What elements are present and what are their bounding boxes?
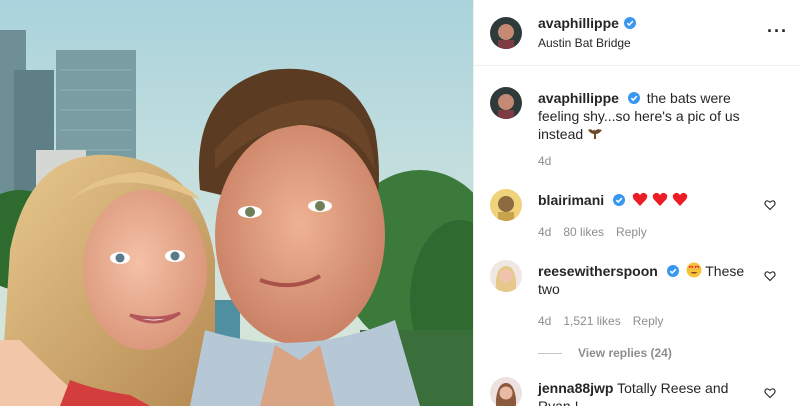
comment-time[interactable]: 4d [538,152,551,170]
comment-item: reesewitherspoon These two 4d 1,521 like… [490,260,784,330]
avatar-image [490,377,522,406]
header-text: avaphillippe Austin Bat Bridge [538,15,636,50]
like-heart-icon[interactable] [764,199,776,211]
comment-likes[interactable]: 80 likes [563,223,604,241]
avatar[interactable] [490,16,522,49]
comments-list: avaphillippe the bats were feeling shy..… [474,87,800,406]
selfie-image [0,0,473,406]
comment-body: blairimani 4d 80 likes Reply [538,191,688,241]
comment-meta: 4d 80 likes Reply [538,223,688,241]
instagram-post: avaphillippe Austin Bat Bridge ··· avaph… [0,0,800,406]
comment-likes[interactable]: 1,521 likes [563,312,620,330]
comment-time[interactable]: 4d [538,223,551,241]
caption: avaphillippe the bats were feeling shy..… [490,87,784,170]
avatar[interactable] [490,377,522,406]
comment-meta: 4d 1,521 likes Reply [538,312,758,330]
more-horizontal-icon[interactable]: ··· [767,22,788,40]
reply-button[interactable]: Reply [633,312,664,330]
comment-item: jenna88jwp Totally Reese and Ryan ! ... [490,377,784,406]
comment-time[interactable]: 4d [538,312,551,330]
verified-icon [666,265,679,277]
replies-divider [538,352,562,354]
heart-eyes-emoji-icon [686,262,702,278]
post-username[interactable]: avaphillippe [538,15,619,31]
red-heart-icon [652,192,668,206]
verified-icon [623,17,636,29]
more-text-indicator[interactable]: ... [582,397,594,406]
post-photo[interactable] [0,0,473,406]
post-side-panel: avaphillippe Austin Bat Bridge ··· avaph… [473,0,800,406]
header-username-row: avaphillippe [538,15,636,31]
comment-body: jenna88jwp Totally Reese and Ryan ! ... [538,379,758,406]
avatar-image [490,16,522,49]
verified-icon [613,194,626,206]
comment-body: reesewitherspoon These two 4d 1,521 like… [538,262,758,330]
red-hearts-emoji [632,192,688,208]
reply-button[interactable]: Reply [616,223,647,241]
view-replies-label[interactable]: View replies (24) [578,346,672,360]
comment-item: blairimani 4d 80 likes Reply [490,189,784,241]
red-heart-icon [632,192,648,206]
like-heart-icon[interactable] [764,270,776,282]
view-replies[interactable]: View replies (24) [538,346,784,360]
post-header: avaphillippe Austin Bat Bridge ··· [474,0,800,66]
verified-icon [627,92,640,104]
post-location[interactable]: Austin Bat Bridge [538,36,636,50]
caption-username[interactable]: avaphillippe [538,90,619,106]
comment-username[interactable]: blairimani [538,192,604,208]
avatar-image [490,189,522,221]
avatar-image [490,260,522,292]
avatar[interactable] [490,189,522,221]
avatar-image [490,87,522,119]
bat-emoji-icon [588,129,603,139]
avatar[interactable] [490,87,522,119]
caption-body: avaphillippe the bats were feeling shy..… [538,89,758,170]
red-heart-icon [672,192,687,206]
like-heart-icon[interactable] [764,387,776,399]
comment-username[interactable]: jenna88jwp [538,380,613,396]
avatar[interactable] [490,260,522,292]
comment-username[interactable]: reesewitherspoon [538,263,658,279]
caption-meta: 4d [538,152,758,170]
